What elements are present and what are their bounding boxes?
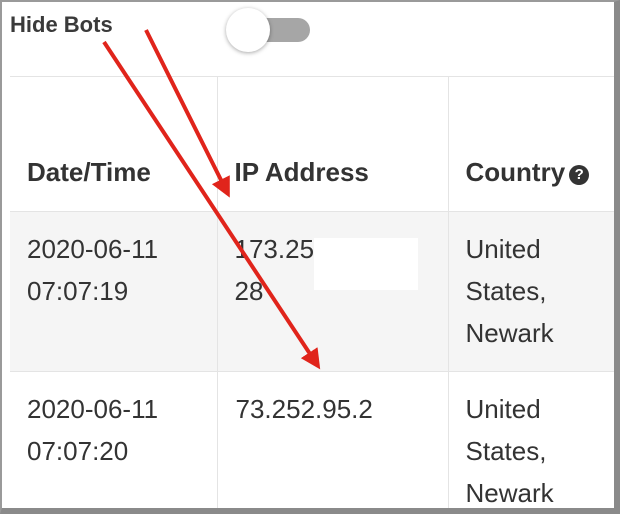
- visits-table: Date/Time IP Address Country? 2020-06-11…: [10, 76, 614, 508]
- ip-cell: 173.25 28: [216, 211, 448, 372]
- column-header-country[interactable]: Country?: [447, 76, 614, 212]
- column-header-datetime[interactable]: Date/Time: [10, 76, 217, 212]
- ip-cell: 73.252.95.2: [216, 371, 448, 508]
- toggle-knob: [226, 8, 270, 52]
- table-row: 2020-06-11 07:07:20 73.252.95.2 United S…: [10, 371, 614, 508]
- city-line: Newark: [465, 478, 554, 508]
- table-header-row: Date/Time IP Address Country?: [10, 76, 614, 212]
- hide-bots-toggle[interactable]: [226, 8, 314, 52]
- column-header-ip[interactable]: IP Address: [216, 76, 448, 212]
- country-line: States,: [465, 276, 547, 306]
- column-header-label: IP Address: [234, 157, 369, 187]
- city-line: Newark: [465, 318, 554, 348]
- country-line: States,: [465, 436, 547, 466]
- table-row: 2020-06-11 07:07:19 173.25 28 United Stat…: [10, 211, 614, 372]
- time-text: 07:07:19: [27, 276, 129, 306]
- country-line: United: [465, 234, 541, 264]
- ip-text: 73.252.95.2: [235, 394, 373, 424]
- time-text: 07:07:20: [27, 436, 129, 466]
- column-header-label: Country: [465, 157, 566, 187]
- ip-text-end: 28: [234, 276, 264, 306]
- redaction-box: [313, 238, 418, 290]
- question-circle-icon[interactable]: ?: [569, 165, 590, 185]
- country-line: United: [465, 394, 541, 424]
- filter-bar: Hide Bots: [2, 2, 614, 52]
- country-cell: United States, Newark: [447, 371, 614, 508]
- hide-bots-label: Hide Bots: [10, 12, 113, 37]
- date-text: 2020-06-11: [27, 394, 159, 424]
- visits-table-container: Date/Time IP Address Country? 2020-06-11…: [10, 76, 614, 508]
- ip-text-start: 173.25: [234, 234, 315, 264]
- datetime-cell: 2020-06-11 07:07:20: [10, 371, 217, 508]
- country-cell: United States, Newark: [447, 211, 614, 372]
- column-header-label: Date/Time: [27, 157, 151, 187]
- date-text: 2020-06-11: [27, 234, 159, 264]
- screenshot-frame: Hide Bots Date/Time IP Address Country? …: [0, 0, 620, 514]
- datetime-cell: 2020-06-11 07:07:19: [10, 211, 217, 372]
